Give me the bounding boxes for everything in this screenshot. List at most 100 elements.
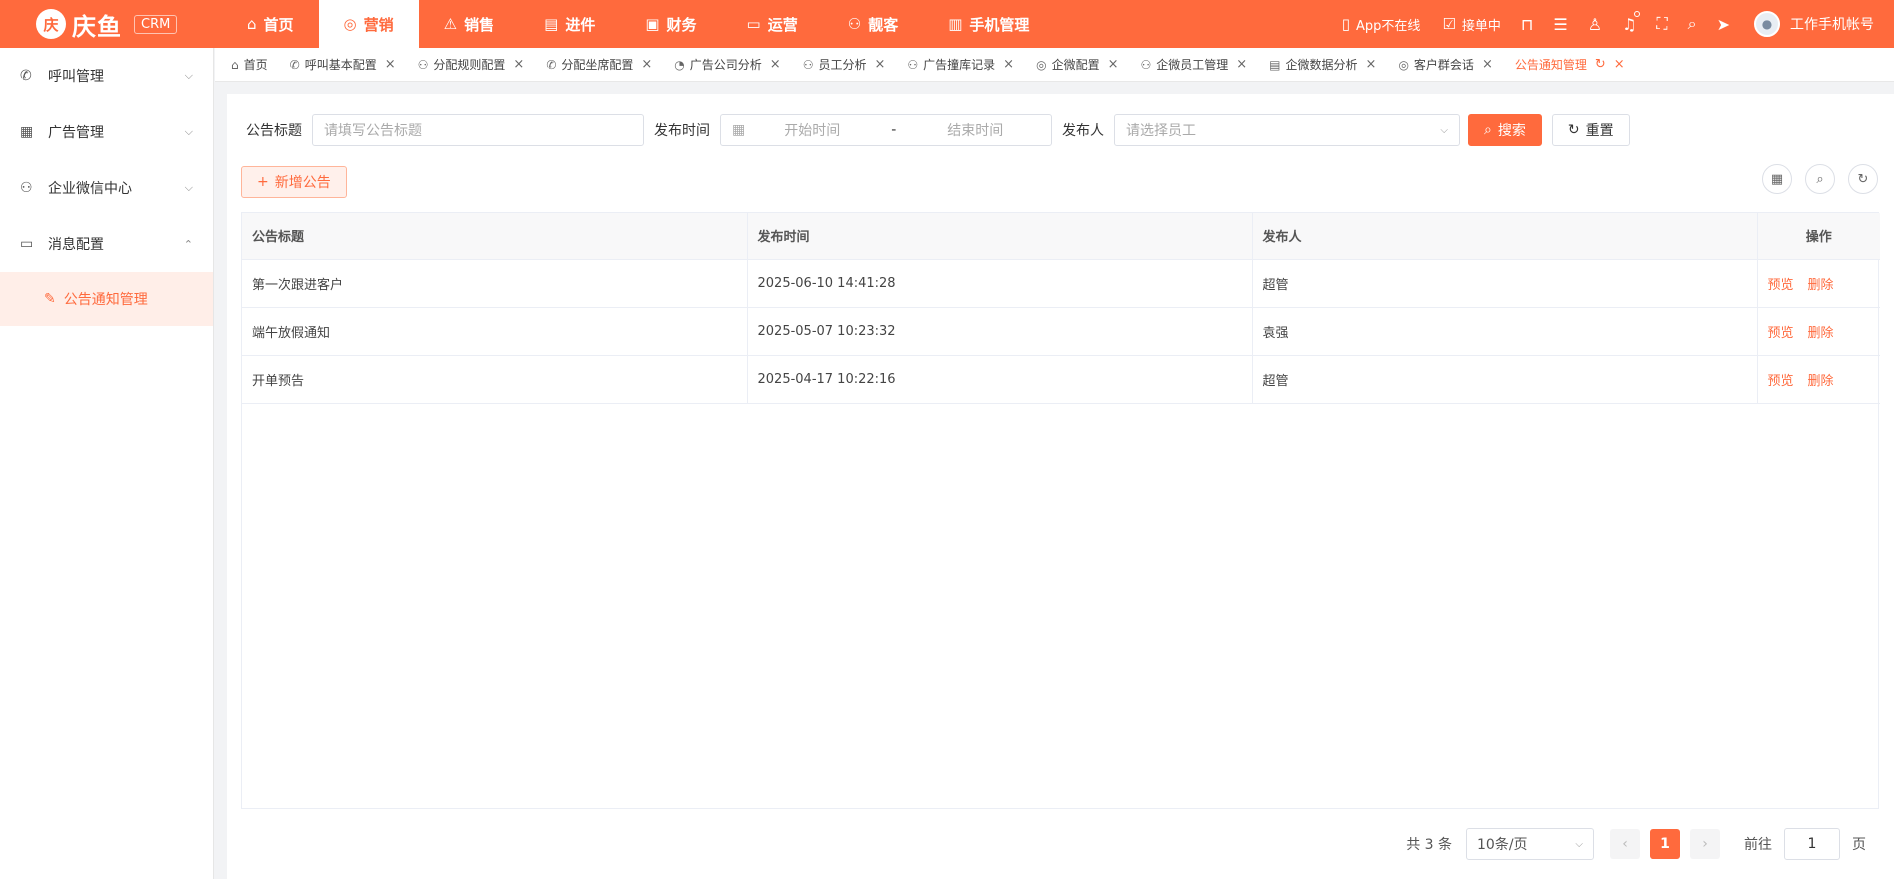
user-icon: ⚇: [907, 57, 919, 72]
page-jump-input[interactable]: 1: [1784, 828, 1840, 860]
page-number-current[interactable]: 1: [1650, 829, 1680, 859]
delete-link[interactable]: 删除: [1808, 374, 1834, 389]
tab-ad-company-analysis[interactable]: ◔ 广告公司分析 ×: [674, 56, 780, 73]
reset-button[interactable]: ↻ 重置: [1551, 114, 1630, 146]
user-icon: ⚇: [417, 57, 429, 72]
title-input[interactable]: 请填写公告标题: [312, 114, 644, 146]
cell-actions: 预览 删除: [1757, 307, 1880, 356]
cell-title: 第一次跟进客户: [242, 259, 748, 308]
column-header-time: 发布时间: [747, 213, 1253, 260]
bell-icon[interactable]: ♫: [1622, 10, 1641, 34]
refresh-icon[interactable]: ↻: [1848, 164, 1878, 194]
topnav-finance[interactable]: ▣ 财务: [620, 0, 721, 48]
close-icon[interactable]: ×: [1236, 57, 1247, 72]
tab-ad-collision-records[interactable]: ⚇ 广告撞库记录 ×: [907, 56, 1014, 73]
table-row: 端午放假通知 2025-05-07 10:23:32 袁强 预览 删除: [242, 307, 1880, 356]
column-settings-icon[interactable]: ▦: [1762, 164, 1792, 194]
search-button[interactable]: ⌕ 搜索: [1468, 114, 1542, 146]
chevron-down-icon: ⌵: [1575, 838, 1583, 850]
tab-announcement-management[interactable]: 公告通知管理 ↻ ×: [1515, 56, 1625, 73]
chevron-down-icon: ⌵: [184, 69, 193, 82]
avatar[interactable]: ●: [1754, 11, 1780, 37]
close-icon[interactable]: ×: [1366, 57, 1377, 72]
search-list-icon[interactable]: ☰: [1553, 15, 1567, 34]
top-right-tools: ▯ App不在线 ☑ 接单中 ⊓ ☰ ♙ ♫ ⛶ ⌕ ➤ ● 工作手机帐号: [1320, 0, 1894, 48]
home-icon: ⌂: [231, 57, 239, 72]
table-header-row: 公告标题 发布时间 发布人 操作: [242, 213, 1880, 260]
lock-icon[interactable]: ⊓: [1521, 15, 1533, 34]
account-menu[interactable]: 工作手机帐号: [1790, 14, 1874, 34]
cell-time: 2025-04-17 10:22:16: [747, 355, 1253, 404]
close-icon[interactable]: ×: [1614, 57, 1625, 72]
tab-allocation-rule-config[interactable]: ⚇ 分配规则配置 ×: [418, 56, 525, 73]
topnav-intake[interactable]: ▤ 进件: [519, 0, 620, 48]
close-icon[interactable]: ×: [385, 57, 396, 72]
sidebar-item-ad-management[interactable]: ▦ 广告管理 ⌵: [0, 104, 213, 160]
table-row: 第一次跟进客户 2025-06-10 14:41:28 超管 预览 删除: [242, 259, 1880, 308]
sidebar-item-wecom-center[interactable]: ⚇ 企业微信中心 ⌵: [0, 160, 213, 216]
shirt-icon[interactable]: ♙: [1588, 15, 1602, 34]
search-icon[interactable]: ⌕: [1688, 14, 1697, 34]
sidebar-item-announcement-management[interactable]: ✎ 公告通知管理: [0, 272, 213, 326]
end-time-input[interactable]: 结束时间: [930, 120, 1020, 140]
top-nav: ⌂ 首页 ◎ 营销 ⚠ 销售 ▤ 进件 ▣ 财务 ▭ 运营 ⚇ 靓客 ▥ 手机管理: [222, 0, 1054, 48]
topnav-home[interactable]: ⌂ 首页: [222, 0, 319, 48]
finance-icon: ▣: [645, 15, 660, 33]
column-header-publisher: 发布人: [1252, 213, 1758, 260]
refresh-icon[interactable]: ↻: [1595, 57, 1606, 72]
close-icon[interactable]: ×: [1482, 57, 1493, 72]
cell-title: 开单预告: [242, 355, 748, 404]
sidebar-item-call-management[interactable]: ✆ 呼叫管理 ⌵: [0, 48, 213, 104]
tab-wecom-data-analysis[interactable]: ▤ 企微数据分析 ×: [1269, 56, 1376, 73]
tab-allocation-seat-config[interactable]: ✆ 分配坐席配置 ×: [546, 56, 652, 73]
page-size-select[interactable]: 10条/页 ⌵: [1466, 828, 1594, 860]
tab-call-basic-config[interactable]: ✆ 呼叫基本配置 ×: [290, 56, 396, 73]
top-bar: 庆 庆鱼 CRM ⌂ 首页 ◎ 营销 ⚠ 销售 ▤ 进件 ▣ 财务 ▭ 运营 ⚇ 靓客 ▥ 手机…: [0, 0, 1894, 48]
send-icon[interactable]: ➤: [1717, 15, 1730, 34]
megaphone-icon: ✎: [44, 291, 56, 307]
fullscreen-icon[interactable]: ⛶: [1656, 14, 1667, 34]
preview-link[interactable]: 预览: [1768, 278, 1794, 293]
tab-home[interactable]: ⌂ 首页: [231, 56, 268, 73]
column-header-actions: 操作: [1757, 213, 1880, 260]
topnav-marketing[interactable]: ◎ 营销: [318, 0, 419, 48]
tab-employee-analysis[interactable]: ⚇ 员工分析 ×: [803, 56, 886, 73]
title-label: 公告标题: [246, 123, 302, 139]
search-toggle-icon[interactable]: ⌕: [1805, 164, 1835, 194]
monitor-icon: ▭: [746, 15, 761, 33]
date-range-picker[interactable]: ▦ 开始时间 - 结束时间: [720, 114, 1052, 146]
close-icon[interactable]: ×: [1003, 57, 1014, 72]
wecom-icon: ◎: [1398, 57, 1409, 72]
topnav-sales[interactable]: ⚠ 销售: [419, 0, 519, 48]
close-icon[interactable]: ×: [513, 57, 524, 72]
close-icon[interactable]: ×: [1108, 57, 1119, 72]
tab-wecom-config[interactable]: ◎ 企微配置 ×: [1036, 56, 1118, 73]
publisher-select[interactable]: 请选择员工 ⌵: [1114, 114, 1460, 146]
close-icon[interactable]: ×: [770, 57, 781, 72]
close-icon[interactable]: ×: [874, 57, 885, 72]
delete-link[interactable]: 删除: [1808, 278, 1834, 293]
preview-link[interactable]: 预览: [1768, 374, 1794, 389]
start-time-input[interactable]: 开始时间: [767, 120, 857, 140]
ad-icon: ▦: [20, 124, 34, 140]
delete-link[interactable]: 删除: [1808, 326, 1834, 341]
marketing-icon: ◎: [343, 15, 357, 33]
order-status[interactable]: ☑ 接单中: [1442, 15, 1500, 34]
prev-page-button[interactable]: ‹: [1610, 829, 1640, 859]
topnav-operations[interactable]: ▭ 运营: [722, 0, 823, 48]
cell-publisher: 超管: [1252, 355, 1758, 404]
preview-link[interactable]: 预览: [1768, 326, 1794, 341]
phone-icon: ✆: [546, 57, 557, 72]
app-status[interactable]: ▯ App不在线: [1342, 15, 1421, 34]
column-header-title: 公告标题: [242, 213, 748, 260]
tab-customer-group-chat[interactable]: ◎ 客户群会话 ×: [1398, 56, 1492, 73]
topnav-customers[interactable]: ⚇ 靓客: [823, 0, 923, 48]
close-icon[interactable]: ×: [641, 57, 652, 72]
tab-wecom-employee-management[interactable]: ⚇ 企微员工管理 ×: [1140, 56, 1247, 73]
topnav-phone-management[interactable]: ▥ 手机管理: [923, 0, 1054, 48]
chevron-down-icon: ⌵: [184, 125, 193, 138]
brand-logo[interactable]: 庆 庆鱼 CRM: [0, 0, 214, 48]
sidebar-item-message-config[interactable]: ▭ 消息配置 ⌃: [0, 216, 213, 272]
add-announcement-button[interactable]: + 新增公告: [241, 166, 347, 198]
next-page-button[interactable]: ›: [1690, 829, 1720, 859]
